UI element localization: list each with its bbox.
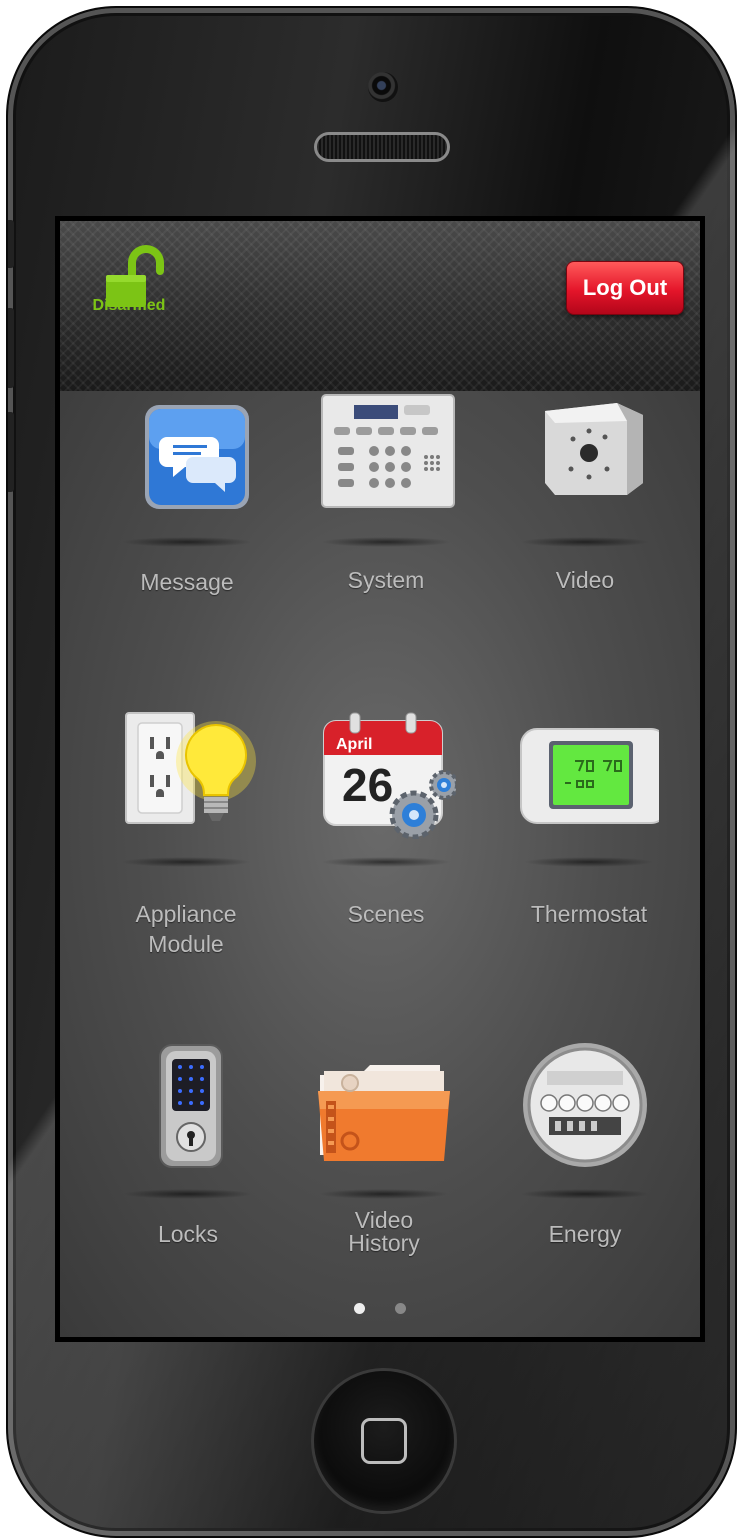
tile-label-thermostat: Thermostat [530,901,648,927]
tile-appliance-module[interactable]: Appliance Module [86,709,286,969]
appliance-outlet-bulb-icon [125,712,256,824]
earpiece-speaker [314,132,450,162]
volume-down-button [8,412,14,492]
tile-message[interactable]: Message [87,391,287,611]
tile-label-locks: Locks [157,1221,219,1247]
tile-video-history[interactable]: Video History [284,1041,484,1281]
tile-thermostat[interactable]: Thermostat [489,709,689,929]
app-screen: Disarmed Log Out Message System Video Ap… [55,216,705,1342]
volume-up-button [8,308,14,388]
top-bar: Disarmed Log Out [60,221,700,391]
calendar-day-text: 26 [342,759,393,811]
phone-frame: Disarmed Log Out Message System Video Ap… [6,6,737,1538]
front-camera [368,72,398,102]
tile-label-energy: Energy [548,1221,622,1247]
keypad-lock-icon [159,1044,223,1168]
tile-label-scenes: Scenes [347,901,425,927]
tile-label-system: System [347,567,425,593]
thermostat-icon [520,728,659,824]
tile-shadow [524,857,654,867]
energy-meter-icon [523,1043,647,1167]
tile-shadow [520,1189,650,1199]
tile-shadow [121,857,251,867]
calendar-month-text: April [336,736,372,753]
tile-label-video-history: Video History [348,1207,420,1256]
message-icon [145,405,249,509]
video-folder-icon [318,1065,450,1161]
tile-energy[interactable]: Energy [485,1041,685,1261]
tile-locks[interactable]: Locks [88,1041,288,1261]
tile-system[interactable]: System [286,391,486,611]
arm-status-label: Disarmed [92,297,166,314]
page-dot-2[interactable] [395,1303,406,1314]
home-button[interactable] [311,1368,457,1514]
page-dot-1[interactable] [354,1303,365,1314]
tile-label-message: Message [140,569,234,595]
tile-grid: Message System Video Appliance Module Ap… [60,391,700,1337]
tile-shadow [123,1189,253,1199]
tile-shadow [122,537,252,547]
tile-shadow [319,1189,449,1199]
home-square-icon [361,1418,407,1464]
security-panel-icon [321,394,455,508]
tile-video[interactable]: Video [485,391,685,611]
page-indicator[interactable] [60,1303,700,1323]
calendar-gears-icon: April 26 [323,712,456,839]
mute-switch [8,220,14,268]
tile-label-appliance-module: Appliance Module [135,901,237,957]
camera-icon [545,403,643,495]
tile-shadow [321,857,451,867]
tile-label-video: Video [555,567,615,593]
tile-shadow [520,537,650,547]
tile-scenes[interactable]: April 26 Scenes [286,709,486,929]
logout-button[interactable]: Log Out [566,261,684,315]
tile-shadow [321,537,451,547]
